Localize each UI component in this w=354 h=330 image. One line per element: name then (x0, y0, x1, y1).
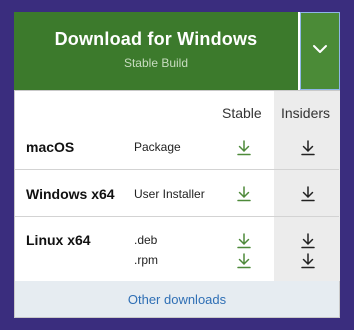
chevron-down-icon (313, 45, 327, 53)
os-label-linux-x64: Linux x64 (26, 232, 91, 248)
package-type-label: .deb (134, 233, 158, 247)
page-background-top (0, 0, 354, 12)
stable-column-header: Stable (222, 105, 262, 121)
insiders-column-header: Insiders (281, 105, 331, 121)
download-arrow-icon[interactable] (237, 253, 251, 269)
download-arrow-icon[interactable] (301, 186, 315, 202)
package-type-label: User Installer (134, 187, 205, 201)
package-type-label: Package (134, 140, 181, 154)
package-type-label: .rpm (134, 253, 158, 267)
row-divider (15, 216, 339, 217)
download-button-title: Download for Windows (54, 29, 258, 49)
download-button-subtitle: Stable Build (123, 56, 189, 70)
download-button[interactable]: Download for Windows Stable Build (14, 12, 298, 90)
page-background-right (340, 0, 354, 330)
os-label-macos: macOS (26, 139, 75, 155)
panel-footer: Other downloads (15, 281, 339, 317)
page-background-left (0, 0, 14, 330)
downloads-dropdown-panel: Stable Insiders macOS Package Windows x6… (14, 90, 340, 318)
os-label-windows-x64: Windows x64 (26, 186, 115, 202)
download-arrow-icon[interactable] (237, 233, 251, 249)
other-downloads-link[interactable]: Other downloads (15, 292, 339, 307)
page-background-bottom (0, 318, 354, 330)
download-arrow-icon[interactable] (237, 186, 251, 202)
download-arrow-icon[interactable] (237, 140, 251, 156)
row-divider (15, 169, 339, 170)
more-options-toggle-button[interactable] (300, 12, 340, 90)
download-arrow-icon[interactable] (301, 140, 315, 156)
download-arrow-icon[interactable] (301, 233, 315, 249)
download-arrow-icon[interactable] (301, 253, 315, 269)
